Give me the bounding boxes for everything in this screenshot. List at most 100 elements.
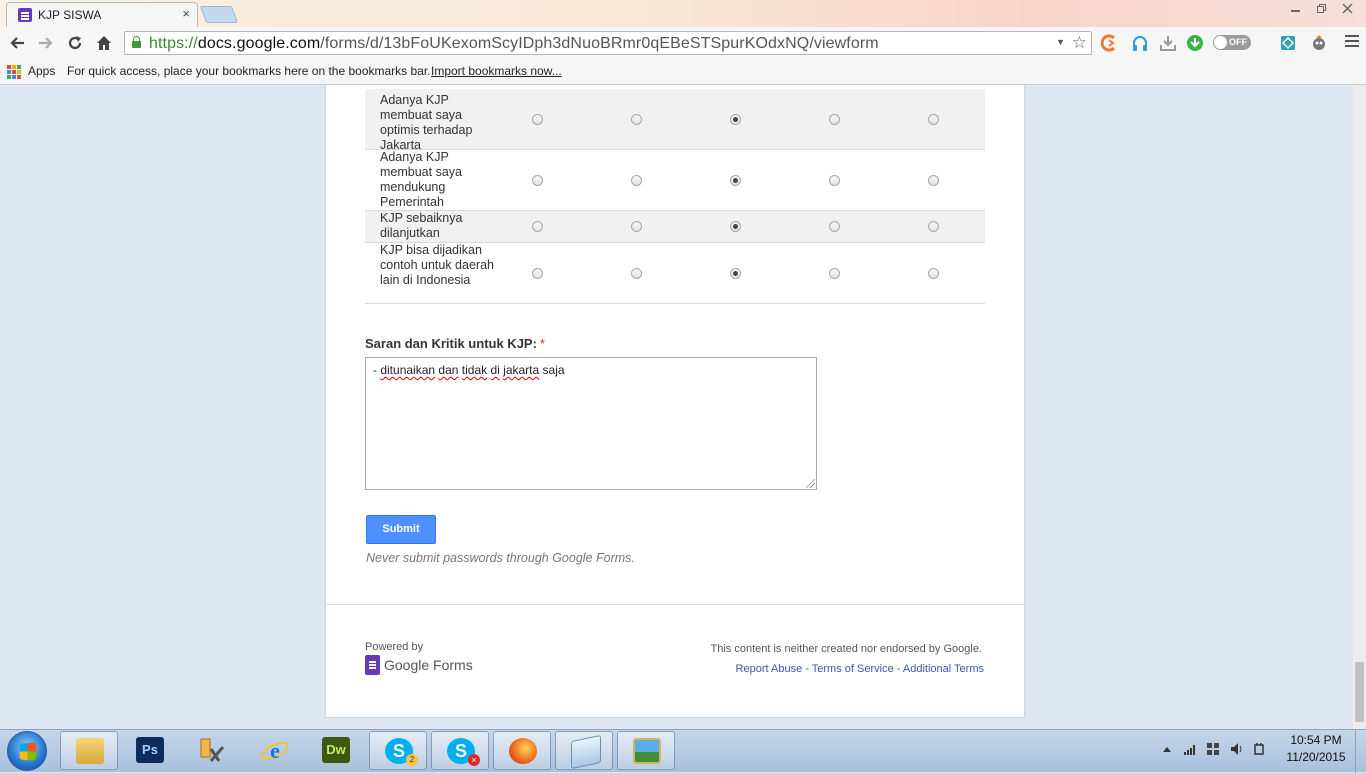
answer-text: - ditunaikan dan tidak di jakarta saja <box>373 363 565 377</box>
address-bar[interactable]: https://docs.google.com/forms/d/13bFoUKe… <box>124 31 1092 55</box>
grid-radio-option[interactable] <box>631 221 642 232</box>
additional-terms-link[interactable]: Additional Terms <box>903 663 984 675</box>
browser-tab[interactable]: KJP SISWA × <box>6 2 198 27</box>
grid-radio-option[interactable] <box>730 221 741 232</box>
rating-grid: Adanya KJP membuat saya optimis terhadap… <box>365 89 985 304</box>
ghost-extension-icon[interactable] <box>1310 34 1328 52</box>
grid-row-label: KJP sebaiknya dilanjutkan <box>380 211 463 240</box>
close-window-button[interactable] <box>1334 0 1360 17</box>
misspelled-word: di <box>490 363 500 377</box>
grid-radio-option[interactable] <box>928 114 939 125</box>
url-host: docs.google.com <box>197 35 321 52</box>
grid-radio-option[interactable] <box>532 114 543 125</box>
scrollbar-thumb[interactable] <box>1355 662 1364 722</box>
home-button[interactable] <box>93 32 115 54</box>
misspelled-word: ditunaikan <box>380 363 436 377</box>
grid-radio-option[interactable] <box>532 268 543 279</box>
firefox-icon <box>509 738 537 764</box>
address-dropdown-icon[interactable]: ▼ <box>1056 37 1065 47</box>
minimize-button[interactable] <box>1282 0 1308 17</box>
tools-icon <box>200 738 225 762</box>
grid-radio-option[interactable] <box>631 114 642 125</box>
grid-row-label: Adanya KJP membuat saya optimis terhadap… <box>380 93 473 152</box>
close-icon <box>1341 3 1353 14</box>
google-forms-favicon-icon <box>18 8 32 22</box>
taskbar-firefox[interactable] <box>493 731 551 770</box>
grid-radio-option[interactable] <box>928 175 939 186</box>
taskbar-photo-viewer[interactable] <box>617 731 675 770</box>
grid-radio-option[interactable] <box>730 114 741 125</box>
taskbar-internet-explorer[interactable]: e <box>245 731 303 770</box>
grid-radio-option[interactable] <box>730 175 741 186</box>
teal-extension-icon[interactable] <box>1279 34 1297 52</box>
grid-row-label: Adanya KJP membuat saya mendukung Pemeri… <box>380 150 462 209</box>
grid-row: KJP bisa dijadikan contoh untuk daerah l… <box>365 243 985 304</box>
taskbar-notepad[interactable] <box>555 731 613 770</box>
password-warning: Never submit passwords through Google Fo… <box>366 551 635 565</box>
grid-radio-option[interactable] <box>631 175 642 186</box>
start-button[interactable] <box>7 731 47 771</box>
home-icon <box>97 36 111 50</box>
clock-date[interactable]: 11/20/2015 <box>1282 750 1350 764</box>
power-plug-icon[interactable] <box>1252 742 1266 756</box>
grid-row: Adanya KJP membuat saya optimis terhadap… <box>365 89 985 152</box>
apps-grid-icon[interactable] <box>7 65 21 79</box>
grid-row: Adanya KJP membuat saya mendukung Pemeri… <box>365 150 985 211</box>
taskbar-file-explorer[interactable] <box>60 731 118 770</box>
textarea-resize-handle[interactable] <box>806 479 815 488</box>
google-forms-brand: Google Forms <box>384 657 473 673</box>
terms-of-service-link[interactable]: Terms of Service <box>812 663 894 675</box>
disclaimer-text: This content is neither created nor endo… <box>710 643 983 655</box>
taskbar-dreamweaver[interactable]: Dw <box>307 731 365 770</box>
show-hidden-icons-icon[interactable] <box>1160 742 1174 756</box>
windows-flag-icon[interactable] <box>1206 742 1220 756</box>
submit-button[interactable]: Submit <box>366 515 436 544</box>
grid-radio-option[interactable] <box>829 114 840 125</box>
taskbar-skype[interactable]: S 2 <box>369 731 427 770</box>
grid-radio-option[interactable] <box>829 221 840 232</box>
chrome-menu-icon[interactable] <box>1345 35 1359 49</box>
photoshop-icon: Ps <box>136 737 164 763</box>
headphones-icon[interactable] <box>1131 34 1149 52</box>
answer-fragment: saja <box>539 363 565 377</box>
grid-radio-option[interactable] <box>829 175 840 186</box>
restore-button[interactable] <box>1308 0 1334 17</box>
required-asterisk: * <box>539 336 545 351</box>
new-tab-button[interactable] <box>199 6 239 23</box>
network-signal-icon[interactable] <box>1183 742 1197 756</box>
grid-radio-option[interactable] <box>631 268 642 279</box>
download-manager-icon[interactable] <box>1186 34 1204 52</box>
apps-shortcut[interactable]: Apps <box>28 64 55 78</box>
show-desktop-button[interactable] <box>1355 730 1366 773</box>
window-controls <box>1282 0 1360 18</box>
tab-strip: KJP SISWA × <box>0 0 1366 27</box>
bookmark-star-icon[interactable]: ☆ <box>1072 33 1087 53</box>
grid-radio-option[interactable] <box>532 175 543 186</box>
volume-icon[interactable] <box>1229 742 1243 756</box>
footer-divider <box>326 604 1024 605</box>
extension-toggle[interactable]: OFF <box>1213 35 1251 50</box>
taskbar-skype-offline[interactable]: S × <box>431 731 489 770</box>
reload-button[interactable] <box>64 32 86 54</box>
grid-radio-option[interactable] <box>829 268 840 279</box>
grid-radio-option[interactable] <box>928 268 939 279</box>
grid-radio-option[interactable] <box>730 268 741 279</box>
grid-row-label: KJP bisa dijadikan contoh untuk daerah l… <box>380 243 494 287</box>
page-scrollbar[interactable] <box>1353 85 1366 729</box>
forward-button[interactable] <box>35 32 57 54</box>
browser-toolbar: https://docs.google.com/forms/d/13bFoUKe… <box>0 27 1366 59</box>
back-button[interactable] <box>6 32 28 54</box>
link-separator: - <box>802 663 812 675</box>
clock-time[interactable]: 10:54 PM <box>1286 733 1346 747</box>
orange-extension-icon[interactable] <box>1101 34 1119 52</box>
tab-close-icon[interactable]: × <box>182 6 190 21</box>
grid-radio-option[interactable] <box>928 221 939 232</box>
answer-textarea[interactable]: - ditunaikan dan tidak di jakarta saja <box>365 357 817 490</box>
svg-text:e: e <box>270 738 280 763</box>
taskbar-photoshop[interactable]: Ps <box>121 731 179 770</box>
taskbar-tools[interactable] <box>183 731 241 770</box>
grid-radio-option[interactable] <box>532 221 543 232</box>
import-bookmarks-link[interactable]: Import bookmarks now... <box>431 64 562 78</box>
report-abuse-link[interactable]: Report Abuse <box>736 663 803 675</box>
download-tray-icon[interactable] <box>1159 34 1177 52</box>
